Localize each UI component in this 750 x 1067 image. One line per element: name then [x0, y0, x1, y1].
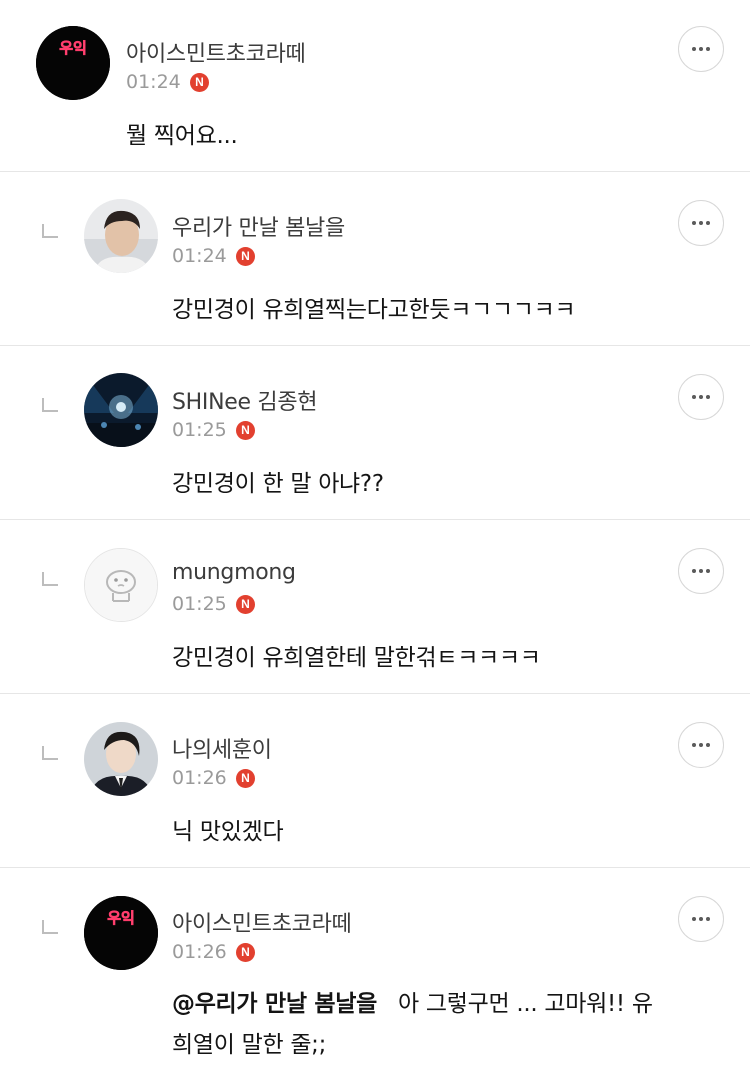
new-badge: N [236, 595, 255, 614]
comment-nickname[interactable]: 우리가 만날 봄날을 [172, 210, 345, 242]
avatar-person-photo-icon[interactable] [84, 199, 158, 273]
more-options-button[interactable] [678, 26, 724, 72]
comment-time: 01:24 [172, 245, 227, 267]
avatar-uik-icon[interactable]: 우익 [36, 26, 110, 100]
avatar-default-character-icon[interactable] [84, 548, 158, 622]
avatar-text: 우익 [107, 909, 135, 927]
reply-item: mungmong 01:25 N 강민경이 유희열한테 말한걲ㅌㅋㅋㅋㅋ [0, 520, 750, 694]
comment-time: 01:26 [172, 767, 227, 789]
reply-indicator-icon [42, 572, 58, 586]
comment-text: 강민경이 유희열찍는다고한듯ㅋㄱㄱㄱㅋㅋ [172, 297, 576, 323]
comment-time: 01:25 [172, 593, 227, 615]
more-options-button[interactable] [678, 896, 724, 942]
comment-text: 강민경이 유희열한테 말한걲ㅌㅋㅋㅋㅋ [172, 645, 541, 671]
more-options-button[interactable] [678, 548, 724, 594]
reply-item: 우익 아이스민트초코라떼 01:26 N @우리가 만날 봄날을 아 그렇구먼 … [0, 868, 750, 1067]
comment-text: 닉 맛있겠다 [172, 819, 284, 845]
reply-item: SHINee 김종현 01:25 N 강민경이 한 말 아냐?? [0, 346, 750, 520]
comment-time: 01:25 [172, 419, 227, 441]
more-options-button[interactable] [678, 374, 724, 420]
comment-nickname[interactable]: 나의세훈이 [172, 732, 272, 764]
comment-nickname[interactable]: 아이스민트초코라떼 [172, 906, 352, 938]
comment-nickname[interactable]: 아이스민트초코라떼 [126, 36, 306, 68]
comment-nickname[interactable]: SHINee 김종현 [172, 384, 318, 416]
reply-indicator-icon [42, 920, 58, 934]
new-badge: N [190, 73, 209, 92]
new-badge: N [236, 943, 255, 962]
comment-text-line1: 아 그렇구먼 ... 고마워!! 유 [398, 991, 653, 1017]
comment-text: 뭘 찍어요... [126, 123, 238, 149]
comment-item: 우익 아이스민트초코라떼 01:24 N 뭘 찍어요... [0, 0, 750, 172]
comment-time: 01:24 [126, 71, 181, 93]
avatar-uik-icon[interactable]: 우익 [84, 896, 158, 970]
reply-item: 우리가 만날 봄날을 01:24 N 강민경이 유희열찍는다고한듯ㅋㄱㄱㄱㅋㅋ [0, 172, 750, 346]
more-options-button[interactable] [678, 200, 724, 246]
comment-text: @우리가 만날 봄날을 아 그렇구먼 ... 고마워!! 유 [172, 984, 653, 1018]
avatar-concert-photo-icon[interactable] [84, 373, 158, 447]
reply-item: 나의세훈이 01:26 N 닉 맛있겠다 [0, 694, 750, 868]
new-badge: N [236, 247, 255, 266]
reply-indicator-icon [42, 224, 58, 238]
avatar-person-suit-photo-icon[interactable] [84, 722, 158, 796]
comment-time: 01:26 [172, 941, 227, 963]
new-badge: N [236, 421, 255, 440]
new-badge: N [236, 769, 255, 788]
comment-text-line2: 희열이 말한 줄;; [172, 1032, 327, 1058]
reply-indicator-icon [42, 398, 58, 412]
comment-text: 강민경이 한 말 아냐?? [172, 471, 384, 497]
mention-link[interactable]: @우리가 만날 봄날을 [172, 991, 377, 1017]
reply-indicator-icon [42, 746, 58, 760]
more-options-button[interactable] [678, 722, 724, 768]
comment-nickname[interactable]: mungmong [172, 560, 296, 585]
avatar-text: 우익 [59, 39, 87, 57]
